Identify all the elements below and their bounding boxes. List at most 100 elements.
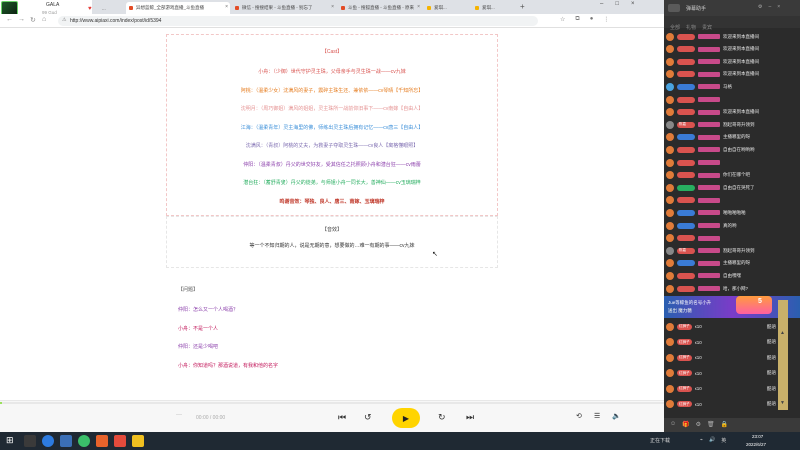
star-icon[interactable]: ☆ [560, 16, 565, 23]
close-icon[interactable]: × [331, 4, 334, 10]
playlist-icon[interactable]: ☰ [594, 412, 600, 420]
dialog-text: 你知道吗？那酒说道，有我和他的名字 [193, 362, 279, 369]
chat-message[interactable]: 欢迎来到本直播间 [666, 32, 796, 41]
file-explorer-icon[interactable] [60, 435, 72, 447]
chat-scrollbar[interactable] [778, 300, 788, 410]
tab-active[interactable]: 异想蓝鲸_全部游戏直播_斗鱼直播 × [126, 2, 230, 14]
previous-icon[interactable]: ⏮ [338, 412, 346, 423]
user-badge [677, 33, 695, 40]
chat-message[interactable] [666, 196, 796, 205]
chat-message[interactable]: 哈，那小网? [666, 284, 796, 293]
new-tab-button[interactable]: + [520, 2, 525, 11]
chat-message[interactable] [666, 234, 796, 243]
chat-message[interactable] [666, 158, 796, 167]
settings-icon[interactable]: ⚙ [758, 4, 762, 10]
maximize-icon[interactable]: □ [615, 1, 619, 7]
chat-message[interactable] [666, 95, 796, 104]
emoji-icon[interactable]: ☺ [670, 421, 676, 428]
chat-message[interactable]: 欢迎来到本直播间 [666, 45, 796, 54]
volume-icon[interactable]: 🔈 [612, 412, 621, 420]
app-icon-orange[interactable] [96, 435, 108, 447]
gift-count: x10 [694, 324, 702, 329]
forward-icon[interactable]: → [18, 16, 25, 23]
tab-0[interactable]: ... [92, 2, 122, 14]
lock-chat-icon[interactable]: 🔒 [721, 421, 728, 428]
close-icon[interactable]: × [417, 4, 420, 10]
clock-date[interactable]: 2022/6/27 [746, 442, 766, 447]
heart-icon[interactable]: ♥ [88, 6, 92, 12]
chat-message[interactable]: 陈嘉 割起哥哥升领到 [666, 246, 796, 255]
chat-filter-item[interactable]: 礼物 [686, 25, 696, 31]
minimize-icon[interactable]: – [600, 1, 603, 7]
close-icon[interactable]: × [225, 4, 228, 10]
gift-icon[interactable]: 🎁 [682, 421, 689, 428]
menu-icon[interactable]: ⋮ [603, 16, 609, 23]
forward-icon[interactable]: ↻ [438, 412, 446, 423]
reload-icon[interactable]: ↻ [30, 16, 36, 24]
browser-icon[interactable] [78, 435, 90, 447]
next-icon[interactable]: ⏭ [466, 412, 474, 423]
trash-icon[interactable]: 🗑 [707, 421, 715, 428]
chat-message[interactable]: 自由自在哟哟哟 [666, 145, 796, 154]
user-badge: 陈嘉 [677, 247, 695, 254]
chat-message[interactable]: 欢迎来到本直播间 [666, 70, 796, 79]
chat-filter-item[interactable]: 全部 [670, 25, 680, 31]
extensions-icon[interactable]: ⧉ [575, 16, 579, 23]
chat-message[interactable]: 啪啪啪啪啪 [666, 208, 796, 217]
tab-label: ... [102, 5, 106, 11]
minimize-icon[interactable]: – [768, 4, 771, 10]
search-icon[interactable] [24, 435, 36, 447]
loop-icon[interactable]: ⟲ [576, 412, 582, 420]
chat-message[interactable]: 马格 [666, 82, 796, 91]
rewind-icon[interactable]: ↺ [364, 412, 372, 423]
gift-row[interactable]: 红狮子 x10 酷语 [666, 400, 776, 409]
url-text[interactable]: http://www.aipiaxi.com/index/post/id/539… [70, 18, 161, 24]
scroll-up-icon[interactable]: ▲ [780, 330, 785, 336]
chat-message[interactable]: 自由嘿嘿 [666, 271, 796, 280]
back-icon[interactable]: ← [6, 16, 13, 23]
chat-filter-item[interactable]: 贵宾 [702, 25, 712, 31]
play-button[interactable]: ▶ [392, 408, 420, 428]
scroll-down-icon[interactable]: ▼ [780, 400, 785, 406]
progress-bar[interactable] [0, 402, 664, 404]
speaker-icon[interactable]: 🔊 [709, 437, 715, 444]
close-window-icon[interactable]: × [631, 1, 635, 7]
chat-message[interactable]: 欢迎来到本直播间 [666, 57, 796, 66]
gift-row[interactable]: 红狮子 x10 酷语 [666, 369, 776, 378]
close-icon[interactable]: × [777, 4, 780, 10]
cog-icon[interactable]: ⚙ [696, 421, 701, 428]
user-badge [677, 272, 695, 279]
app-icon-red[interactable] [114, 435, 126, 447]
input-method[interactable]: 英 [721, 437, 726, 444]
tab-3[interactable]: 斗鱼 - 搜狐直播 - 斗鱼直播 - 原来 × [338, 2, 422, 14]
chat-message-text: 欢迎来到本直播间 [723, 58, 759, 64]
chat-message[interactable]: 陈嘉 割起哥哥升领到 [666, 120, 796, 129]
gift-row[interactable]: 红狮子 x10 酷语 [666, 353, 776, 362]
app-icon-yellow[interactable] [132, 435, 144, 447]
username-label [698, 122, 720, 128]
chat-message[interactable]: 你们在哪个吧 [666, 171, 796, 180]
chat-message[interactable]: 真的哟 [666, 221, 796, 230]
user-badge [677, 197, 695, 204]
tab-5[interactable]: 爱琪... [472, 2, 518, 14]
chat-message[interactable]: 主播哪里的呀 [666, 133, 796, 142]
windows-start-icon[interactable]: ⊞ [6, 435, 14, 446]
chat-message[interactable]: 主播哪里的呀 [666, 259, 796, 268]
profile-icon[interactable]: ● [590, 16, 594, 23]
chat-message[interactable]: 自由自在哭死了 [666, 183, 796, 192]
edge-icon[interactable] [42, 435, 54, 447]
chat-message[interactable]: 欢迎来到本直播间 [666, 108, 796, 117]
tab-2[interactable]: 微信 - 搜搜结果 - 斗鱼直播 - 别忘了 × [232, 2, 336, 14]
home-icon[interactable]: ⌂ [42, 16, 46, 23]
user-badge [677, 96, 695, 103]
clock-time[interactable]: 23:07 [752, 434, 763, 439]
tab-4[interactable]: 爱琪... [424, 2, 470, 14]
tab-favicon-icon [341, 6, 345, 10]
gift-row[interactable]: 红狮子 x10 酷语 [666, 384, 776, 393]
user-avatar [666, 221, 674, 230]
gift-name-badge: 红狮子 [677, 370, 692, 376]
gift-row[interactable]: 红狮子 x10 酷语 [666, 338, 776, 347]
chat-message-text: 割起哥哥升领到 [723, 121, 755, 127]
gift-row[interactable]: 红狮子 x10 酷语 [666, 322, 776, 331]
network-icon[interactable]: ⌁ [700, 437, 703, 444]
